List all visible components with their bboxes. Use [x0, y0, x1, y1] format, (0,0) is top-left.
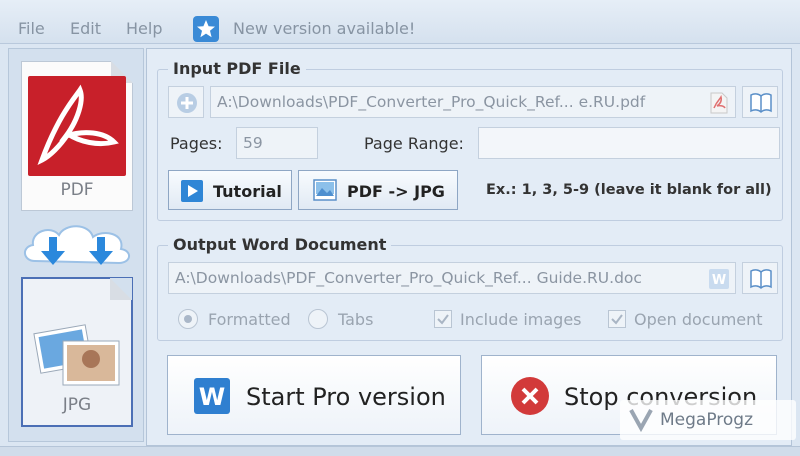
output-word-group: Output Word Document A:\Downloads\PDF_Co…: [157, 235, 783, 341]
menu-file[interactable]: File: [18, 19, 45, 38]
pages-label: Pages:: [170, 134, 223, 153]
add-file-button[interactable]: [168, 86, 204, 118]
include-images-checkbox[interactable]: [434, 310, 452, 328]
status-bar: [0, 446, 800, 456]
tabs-radio[interactable]: [308, 309, 328, 329]
browse-output-button[interactable]: [742, 262, 778, 294]
page-range-label: Page Range:: [364, 134, 464, 153]
formatted-radio[interactable]: [178, 309, 198, 329]
watermark-text: MegaProgz: [660, 410, 754, 430]
start-pro-button[interactable]: W Start Pro version: [167, 355, 461, 435]
include-images-label: Include images: [460, 310, 582, 329]
watermark-logo-icon: [629, 409, 653, 433]
open-book-icon: [750, 93, 772, 114]
tabs-label: Tabs: [338, 310, 374, 329]
play-icon: [181, 180, 203, 202]
conversion-mode-label: PDF -> JPG: [347, 182, 445, 201]
checkmark-icon: [437, 314, 449, 325]
output-file-path-field[interactable]: A:\Downloads\PDF_Converter_Pro_Quick_Ref…: [168, 262, 736, 294]
svg-text:W: W: [199, 383, 225, 411]
menu-bar: File Edit Help New version available!: [0, 0, 800, 44]
pages-count-field: 59: [236, 127, 318, 159]
checkmark-icon: [611, 314, 623, 325]
formatted-label: Formatted: [208, 310, 291, 329]
menu-help[interactable]: Help: [126, 19, 162, 38]
main-panel: Input PDF File A:\Downloads\PDF_Converte…: [146, 48, 792, 446]
start-pro-label: Start Pro version: [246, 383, 446, 411]
page-fold: [110, 278, 132, 300]
star-icon[interactable]: [193, 16, 219, 42]
tutorial-button[interactable]: Tutorial: [168, 170, 292, 210]
jpg-label: JPG: [62, 395, 92, 415]
tutorial-label: Tutorial: [213, 182, 282, 201]
input-file-path-field[interactable]: A:\Downloads\PDF_Converter_Pro_Quick_Ref…: [210, 86, 736, 118]
pdf-logo-icon: [28, 76, 126, 176]
pdf-label: PDF: [60, 180, 94, 200]
update-notice[interactable]: New version available!: [233, 19, 415, 38]
image-icon: [313, 179, 337, 201]
output-group-title: Output Word Document: [168, 235, 392, 254]
input-pdf-group: Input PDF File A:\Downloads\PDF_Converte…: [157, 59, 783, 221]
svg-text:W: W: [712, 273, 726, 288]
watermark: MegaProgz: [620, 400, 796, 440]
photos-icon: [33, 324, 120, 386]
page-range-hint: Ex.: 1, 3, 5-9 (leave it blank for all): [486, 182, 772, 198]
word-icon: W: [194, 378, 230, 414]
input-group-title: Input PDF File: [168, 59, 306, 78]
open-document-checkbox[interactable]: [608, 310, 626, 328]
conversion-mode-button[interactable]: PDF -> JPG: [298, 170, 458, 210]
pages-count: 59: [243, 134, 263, 152]
page-range-input[interactable]: [478, 127, 780, 159]
add-icon: [177, 93, 197, 113]
pdf-document-icon: PDF: [21, 61, 133, 211]
stop-icon: [511, 377, 549, 415]
pdf-file-icon: [710, 92, 728, 114]
input-file-path: A:\Downloads\PDF_Converter_Pro_Quick_Ref…: [217, 93, 646, 111]
cloud-download-icon: [24, 225, 130, 265]
conversion-direction-rail: PDF JPG: [8, 48, 144, 442]
menu-edit[interactable]: Edit: [70, 19, 101, 38]
open-book-icon: [750, 269, 772, 290]
open-document-label: Open document: [634, 310, 763, 329]
jpg-document-icon: JPG: [21, 277, 133, 427]
browse-input-button[interactable]: [742, 86, 778, 118]
word-file-icon: W: [709, 269, 729, 289]
output-file-path: A:\Downloads\PDF_Converter_Pro_Quick_Ref…: [175, 269, 642, 287]
